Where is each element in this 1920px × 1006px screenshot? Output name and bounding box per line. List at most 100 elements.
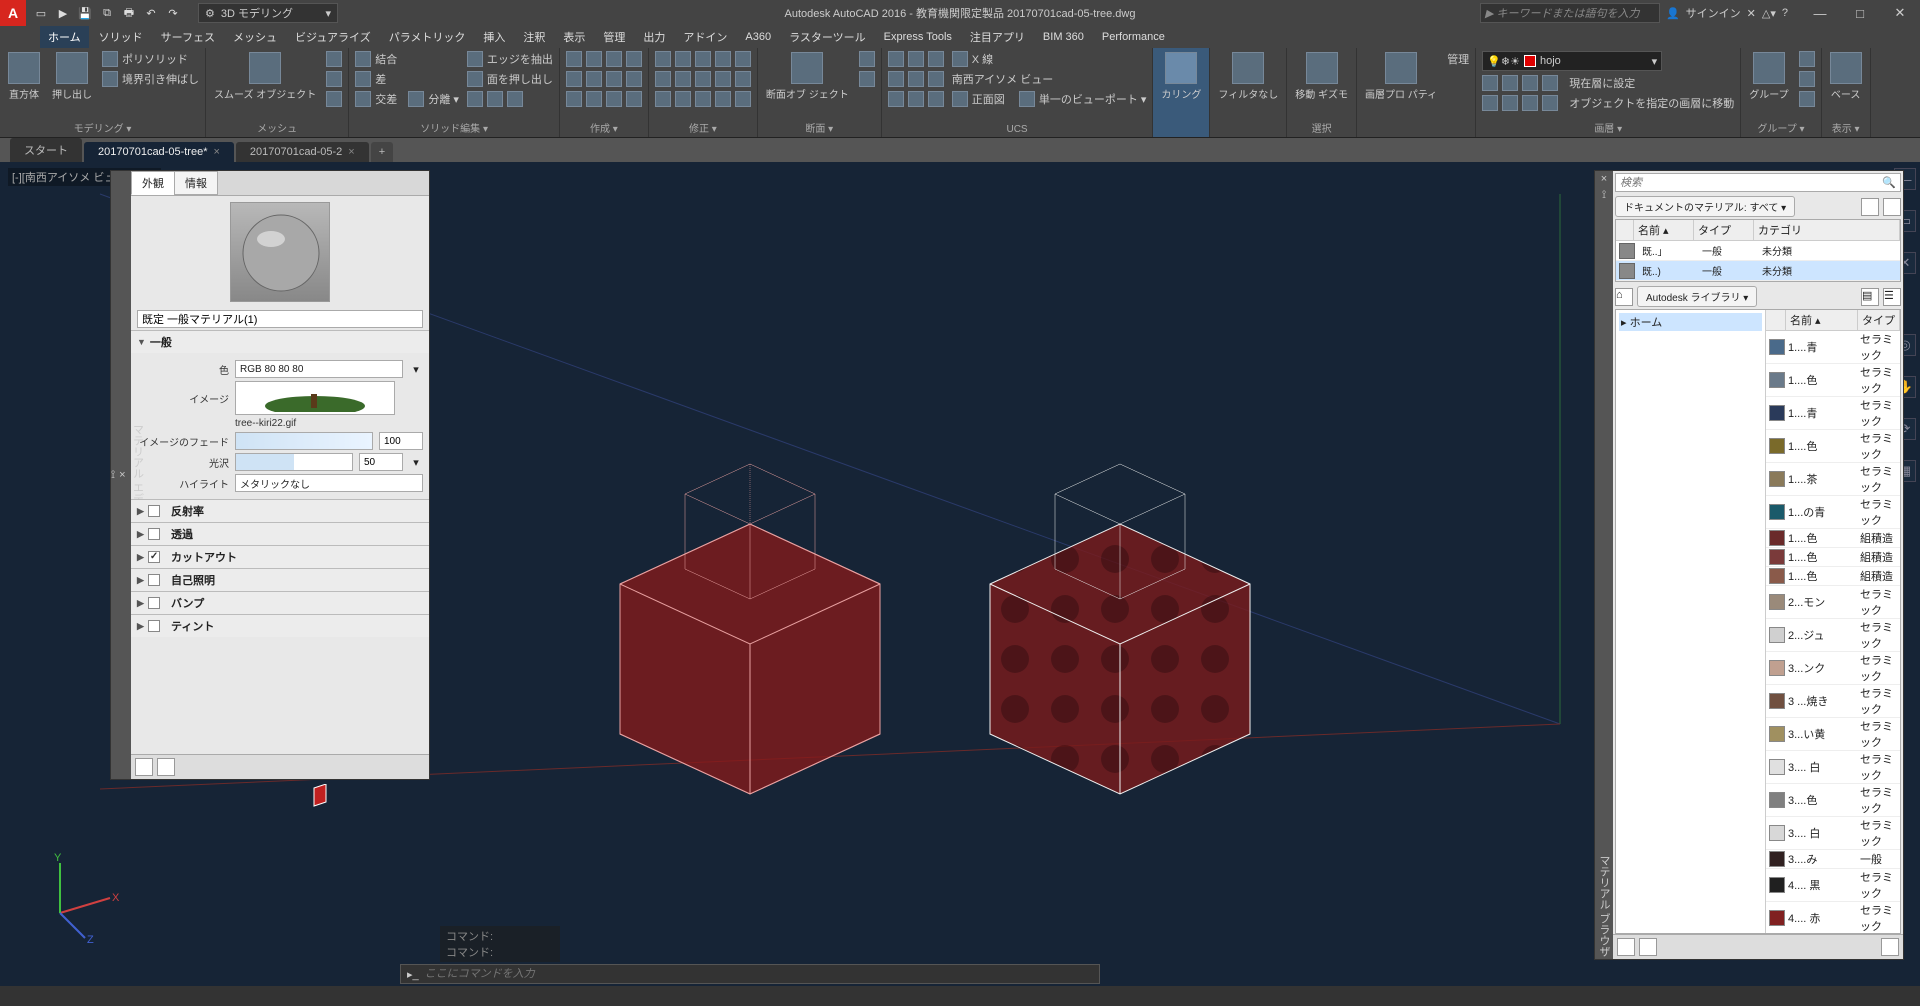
tab-info[interactable]: 情報	[174, 171, 218, 195]
panel-rail[interactable]: マテリアル エディタ × ⟟	[111, 171, 131, 779]
section-tint[interactable]: ティント	[131, 615, 429, 637]
library-item[interactable]: 1....色セラミック	[1766, 364, 1900, 397]
extract-edges-button[interactable]: エッジを抽出	[465, 50, 555, 68]
gloss-value[interactable]	[359, 453, 403, 471]
maximize-button[interactable]: □	[1840, 0, 1880, 26]
ribbon-tab-raster[interactable]: ラスターツール	[781, 26, 874, 48]
exchange-icon[interactable]: ✕	[1747, 7, 1756, 20]
image-thumb[interactable]	[235, 381, 395, 415]
color-dd-icon[interactable]: ▾	[409, 363, 423, 376]
section-general[interactable]: 一般	[131, 331, 429, 353]
intersect-button[interactable]: 交差 分離 ▾	[353, 90, 461, 108]
options-icon[interactable]	[1639, 938, 1657, 956]
library-item[interactable]: 2...ジュセラミック	[1766, 619, 1900, 652]
section-transparency[interactable]: 透過	[131, 523, 429, 545]
extrude-face-button[interactable]: 面を押し出し	[465, 70, 555, 88]
view-dropdown[interactable]: 南西アイソメ ビュー	[950, 70, 1149, 88]
base-view-button[interactable]: ベース	[1826, 50, 1866, 103]
browser-icon[interactable]	[157, 758, 175, 776]
ribbon-tab-view[interactable]: 表示	[555, 26, 593, 48]
qat-save-icon[interactable]: 💾	[76, 4, 94, 22]
plane-dropdown[interactable]: 正面図 単一のビューポート ▾	[950, 90, 1149, 108]
library-item[interactable]: 3...い黄セラミック	[1766, 718, 1900, 751]
ribbon-tab-manage[interactable]: 管理	[595, 26, 633, 48]
settings-icon[interactable]	[1881, 938, 1899, 956]
library-item[interactable]: 4.... 赤セラミック	[1766, 902, 1900, 933]
move-to-layer-button[interactable]: オブジェクトを指定の画層に移動	[1480, 94, 1736, 112]
library-grid[interactable]: 名前 ▴タイプ 1....青セラミック1....色セラミック1....青セラミッ…	[1766, 310, 1900, 933]
panel-rail[interactable]: × ⟟ マテリアル ブラウザ	[1595, 171, 1613, 959]
library-item[interactable]: 3 ...焼きセラミック	[1766, 685, 1900, 718]
ribbon-tab-solid[interactable]: ソリッド	[91, 26, 151, 48]
polysolid-button[interactable]: ポリソリッド	[100, 50, 201, 68]
material-preview-thumb[interactable]	[230, 202, 330, 302]
display-grid-icon[interactable]	[1861, 198, 1879, 216]
command-line[interactable]: ▸_	[400, 964, 1100, 984]
qat-undo-icon[interactable]: ↶	[142, 4, 160, 22]
material-row[interactable]: 既..)一般未分類	[1616, 261, 1900, 281]
fade-value[interactable]	[379, 432, 423, 450]
qat-new-icon[interactable]: ▭	[32, 4, 50, 22]
help-icon[interactable]: ?	[1782, 7, 1788, 19]
close-tab-icon[interactable]: ×	[213, 146, 219, 158]
doc-materials-tab[interactable]: ドキュメントのマテリアル: すべて ▾	[1615, 196, 1795, 217]
tab-appearance[interactable]: 外観	[131, 171, 175, 195]
library-item[interactable]: 1....青セラミック	[1766, 397, 1900, 430]
ribbon-tab-insert[interactable]: 挿入	[475, 26, 513, 48]
library-item[interactable]: 3.... 白セラミック	[1766, 751, 1900, 784]
close-panel-icon[interactable]: ×	[119, 469, 125, 481]
autodesk-library-tab[interactable]: Autodesk ライブラリ ▾	[1637, 286, 1757, 307]
subtract-button[interactable]: 差	[353, 70, 461, 88]
signin-label[interactable]: サインイン	[1686, 5, 1741, 21]
create-material-icon[interactable]	[1617, 938, 1635, 956]
tree-home[interactable]: ▸ ホーム	[1619, 313, 1762, 331]
ribbon-tab-mesh[interactable]: メッシュ	[225, 26, 285, 48]
display-list-icon[interactable]: ☰	[1883, 288, 1901, 306]
doc-tab-2[interactable]: 20170701cad-05-2×	[236, 142, 369, 162]
union-button[interactable]: 結合	[353, 50, 461, 68]
display-mode-icon[interactable]: ▤	[1861, 288, 1879, 306]
ribbon-tab-a360[interactable]: A360	[737, 28, 779, 46]
section-reflect[interactable]: 反射率	[131, 500, 429, 522]
app-icon[interactable]: A	[0, 0, 26, 26]
pin-panel-icon[interactable]: ⟟	[1602, 189, 1606, 202]
gloss-slider[interactable]	[235, 453, 353, 471]
ribbon-tab-performance[interactable]: Performance	[1094, 28, 1173, 46]
minimize-button[interactable]: —	[1800, 0, 1840, 26]
presspull-button[interactable]: 境界引き伸ばし	[100, 70, 201, 88]
material-search[interactable]: 🔍	[1615, 173, 1901, 192]
ribbon-tab-express[interactable]: Express Tools	[876, 28, 960, 46]
ribbon-tab-bim360[interactable]: BIM 360	[1035, 28, 1092, 46]
home-icon[interactable]: ⌂	[1615, 288, 1633, 306]
extrude-button[interactable]: 押し出し	[48, 50, 96, 103]
make-current-layer-button[interactable]: 現在層に設定	[1480, 74, 1736, 92]
library-item[interactable]: 3....み一般	[1766, 850, 1900, 869]
ribbon-tab-output[interactable]: 出力	[635, 26, 673, 48]
filter-none-button[interactable]: フィルタなし	[1214, 50, 1282, 103]
visual-style-dropdown[interactable]: X 線	[950, 50, 1149, 68]
move-gizmo-button[interactable]: 移動 ギズモ	[1291, 50, 1352, 103]
color-field[interactable]: RGB 80 80 80	[235, 360, 403, 378]
ribbon-tab-home[interactable]: ホーム	[40, 26, 89, 48]
library-item[interactable]: 2...モンセラミック	[1766, 586, 1900, 619]
library-item[interactable]: 3....色セラミック	[1766, 784, 1900, 817]
qat-open-icon[interactable]: ▶	[54, 4, 72, 22]
display-list-icon[interactable]	[1883, 198, 1901, 216]
library-item[interactable]: 1....色組積造	[1766, 548, 1900, 567]
new-tab-button[interactable]: +	[371, 142, 393, 162]
library-item[interactable]: 1....茶セラミック	[1766, 463, 1900, 496]
ribbon-tab-annotate[interactable]: 注釈	[515, 26, 553, 48]
ribbon-tab-visualize[interactable]: ビジュアライズ	[287, 26, 379, 48]
material-row[interactable]: 既..」一般未分類	[1616, 241, 1900, 261]
layer-properties-button[interactable]: 画層プロ パティ	[1361, 50, 1441, 103]
library-item[interactable]: 1....色組積造	[1766, 567, 1900, 586]
doc-tab-1[interactable]: 20170701cad-05-tree*×	[84, 142, 234, 162]
ribbon-tab-parametric[interactable]: パラメトリック	[381, 26, 474, 48]
library-item[interactable]: 1....色セラミック	[1766, 430, 1900, 463]
open-material-icon[interactable]	[135, 758, 153, 776]
ribbon-tab-surface[interactable]: サーフェス	[153, 26, 223, 48]
library-item[interactable]: 3...ンクセラミック	[1766, 652, 1900, 685]
library-item[interactable]: 1....色組積造	[1766, 529, 1900, 548]
material-search-input[interactable]	[1620, 176, 1882, 189]
workspace-dropdown[interactable]: ⚙ 3D モデリング ▾	[198, 3, 338, 23]
